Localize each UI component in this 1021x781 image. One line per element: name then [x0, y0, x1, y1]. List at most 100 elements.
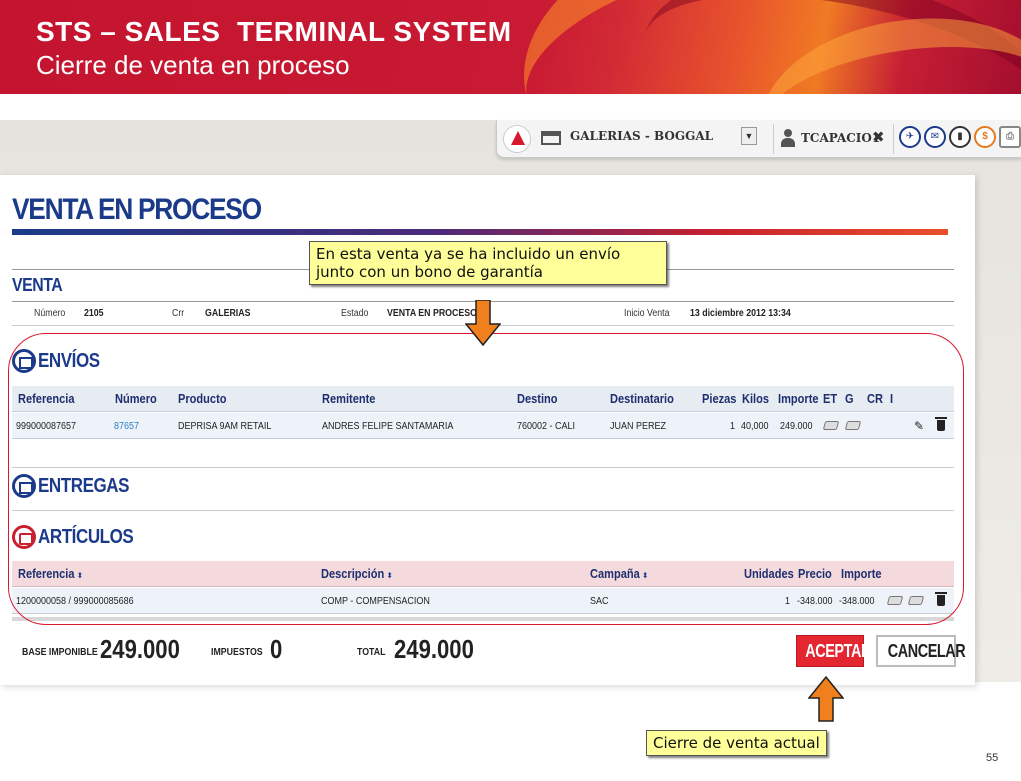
cell-importe: -348.000 [839, 596, 875, 607]
col-kilos[interactable]: Kilos [742, 391, 769, 406]
cell-destino: 760002 - CALI [517, 421, 576, 432]
inicio-value: 13 diciembre 2012 13:34 [690, 308, 791, 319]
divider [12, 510, 954, 511]
divider [12, 617, 954, 621]
cell-campana: SAC [590, 596, 609, 607]
callout-bottom: Cierre de venta actual [646, 730, 827, 756]
ticket-icon[interactable] [822, 421, 840, 430]
trash-icon[interactable] [935, 592, 947, 606]
sort-icon[interactable]: ⬍ [77, 571, 83, 580]
col-precio[interactable]: Precio [798, 566, 832, 581]
cell-importe: 249.000 [780, 421, 813, 432]
col-piezas[interactable]: Piezas [702, 391, 736, 406]
col-et[interactable]: ET [823, 391, 837, 406]
table-row[interactable]: 999000087657 87657 DEPRISA 9AM RETAIL AN… [12, 413, 954, 439]
ticket-icon[interactable] [886, 596, 904, 605]
store-selector-label[interactable]: GALERIAS - BOGGAL [570, 129, 713, 143]
envios-table-header: Referencia Número Producto Remitente Des… [12, 386, 954, 412]
cell-referencia: 999000087657 [16, 421, 77, 432]
col-producto[interactable]: Producto [178, 391, 227, 406]
inicio-label: Inicio Venta [624, 308, 670, 319]
col-unidades[interactable]: Unidades [744, 566, 794, 581]
cell-precio: -348.000 [797, 596, 833, 607]
page-title: VENTA EN PROCESO [12, 193, 262, 226]
articles-icon[interactable]: ▮ [949, 126, 971, 148]
col-referencia[interactable]: Referencia [18, 391, 75, 406]
arrow-down-icon [465, 300, 501, 346]
ticket-icon[interactable] [844, 421, 862, 430]
cell-referencia: 1200000058 / 999000085686 [16, 596, 134, 607]
divider [773, 124, 774, 154]
slide-banner: STS – SALES TERMINAL SYSTEM Cierre de ve… [0, 0, 1021, 94]
title-divider [12, 229, 948, 235]
total-label: TOTAL [357, 647, 386, 658]
col-remitente[interactable]: Remitente [322, 391, 375, 406]
articulos-table-header: Referencia ⬍ Descripción ⬍ Campaña ⬍ Unidad… [12, 561, 954, 587]
col-numero[interactable]: Número [115, 391, 157, 406]
articles-section-icon [12, 525, 36, 549]
cell-piezas: 1 [730, 421, 736, 432]
col-referencia[interactable]: Referencia ⬍ [18, 566, 83, 581]
entregas-heading: ENTREGAS [38, 475, 130, 497]
app-screenshot: GALERIAS - BOGGAL ▼ TCAPACIO1 ✖ ✈ ✉ ▮ $ … [0, 120, 1021, 685]
cell-kilos: 40,000 [741, 421, 769, 432]
cell-destinatario: JUAN PEREZ [610, 421, 667, 432]
deliveries-icon[interactable]: ✉ [924, 126, 946, 148]
cell-descripcion: COMP - COMPENSACION [321, 596, 430, 607]
col-destinatario[interactable]: Destinatario [610, 391, 674, 406]
divider [893, 124, 894, 154]
app-logo-icon[interactable] [503, 125, 531, 153]
sort-icon[interactable]: ⬍ [642, 571, 648, 580]
col-campana[interactable]: Campaña ⬍ [590, 566, 648, 581]
cell-producto: DEPRISA 9AM RETAIL [178, 421, 272, 432]
col-g[interactable]: G [845, 391, 854, 406]
trash-icon[interactable] [935, 417, 947, 431]
col-importe[interactable]: Importe [841, 566, 882, 581]
crr-label: Crr [172, 308, 185, 319]
impuestos-value: 0 [270, 634, 283, 664]
base-label: BASE IMPONIBLE [22, 647, 98, 658]
cell-remitente: ANDRES FELIPE SANTAMARIA [322, 421, 454, 432]
callout-line: En esta venta ya se ha incluido un envío [316, 245, 621, 263]
base-value: 249.000 [100, 634, 180, 664]
sort-icon[interactable]: ⬍ [387, 571, 393, 580]
total-value: 249.000 [394, 634, 474, 664]
impuestos-label: IMPUESTOS [211, 647, 263, 658]
printer-icon[interactable]: ⎙ [999, 126, 1021, 148]
col-descripcion[interactable]: Descripción ⬍ [321, 566, 393, 581]
accept-button[interactable]: ACEPTAR [796, 635, 871, 667]
chevron-down-icon[interactable]: ▼ [741, 127, 757, 145]
shipments-section-icon [12, 349, 36, 373]
estado-label: Estado [341, 308, 369, 319]
arrow-up-icon [808, 676, 844, 722]
totals-bar: BASE IMPONIBLE 249.000 IMPUESTOS 0 TOTAL… [0, 627, 975, 677]
cell-unidades: 1 [785, 596, 791, 607]
ticket-icon[interactable] [907, 596, 925, 605]
money-icon[interactable]: $ [974, 126, 996, 148]
cancel-button[interactable]: CANCELAR [876, 635, 966, 667]
col-i[interactable]: I [890, 391, 893, 406]
table-row[interactable]: 1200000058 / 999000085686 COMP - COMPENS… [12, 588, 954, 614]
estado-value: VENTA EN PROCESO [387, 308, 477, 319]
app-top-bar: GALERIAS - BOGGAL ▼ TCAPACIO1 ✖ ✈ ✉ ▮ $ … [496, 120, 1021, 158]
col-cr[interactable]: CR [867, 391, 883, 406]
close-icon[interactable]: ✖ [872, 128, 885, 146]
col-destino[interactable]: Destino [517, 391, 558, 406]
store-icon [541, 131, 561, 145]
numero-label: Número [34, 308, 66, 319]
user-icon [781, 129, 795, 147]
venta-heading: VENTA [12, 275, 63, 295]
user-name: TCAPACIO1 [801, 131, 881, 145]
col-importe[interactable]: Importe [778, 391, 819, 406]
numero-value: 2105 [84, 308, 104, 319]
crr-value: GALERIAS [205, 308, 251, 319]
callout-line: junto con un bono de garantía [316, 263, 543, 281]
slide-title: STS – SALES TERMINAL SYSTEM [36, 16, 512, 47]
divider [12, 467, 954, 468]
callout-top: En esta venta ya se ha incluido un envío… [309, 241, 667, 285]
edit-icon[interactable]: ✎ [914, 419, 924, 433]
shipments-icon[interactable]: ✈ [899, 126, 921, 148]
cell-numero-link[interactable]: 87657 [114, 421, 139, 432]
deliveries-section-icon [12, 474, 36, 498]
slide-subtitle: Cierre de venta en proceso [36, 50, 350, 80]
